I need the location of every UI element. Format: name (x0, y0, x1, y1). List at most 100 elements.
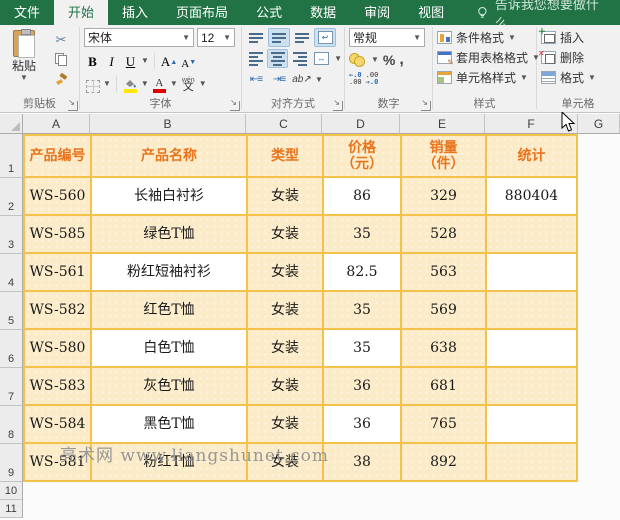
font-name-combobox[interactable]: 宋体 ▼ (84, 28, 194, 47)
table-cell[interactable]: 女装 (248, 254, 322, 290)
table-cell[interactable]: 563 (402, 254, 485, 290)
row-header-3[interactable]: 3 (0, 216, 23, 254)
table-header-cell[interactable]: 产品名称 (92, 136, 246, 176)
format-painter-button[interactable] (48, 71, 74, 88)
chevron-down-icon[interactable]: ▼ (141, 57, 149, 65)
cell-styles-button[interactable]: 单元格样式 ▼ (437, 68, 534, 87)
table-cell[interactable]: 681 (402, 368, 485, 404)
font-size-combobox[interactable]: 12 ▼ (197, 28, 235, 47)
chevron-down-icon[interactable]: ▼ (315, 76, 323, 84)
column-header-B[interactable]: B (90, 114, 246, 134)
row-header-1[interactable]: 1 (0, 134, 23, 178)
row-header-7[interactable]: 7 (0, 368, 23, 406)
table-cell[interactable] (487, 444, 576, 480)
chevron-down-icon[interactable]: ▼ (334, 55, 342, 63)
row-header-9[interactable]: 9 (0, 444, 23, 482)
table-cell[interactable] (487, 292, 576, 328)
table-cell[interactable]: WS-582 (25, 292, 90, 328)
ribbon-tab-3[interactable]: 页面布局 (162, 0, 242, 25)
table-cell[interactable]: 粉红短袖衬衫 (92, 254, 246, 290)
percent-style-button[interactable]: % (383, 52, 395, 68)
align-middle-button[interactable] (269, 29, 289, 46)
paste-button[interactable]: 粘贴 ▼ (4, 28, 44, 97)
row-header-5[interactable]: 5 (0, 292, 23, 330)
table-cell[interactable]: 82.5 (324, 254, 400, 290)
format-as-table-button[interactable]: 套用表格格式 ▼ (437, 48, 534, 67)
table-cell[interactable]: 35 (324, 292, 400, 328)
table-cell[interactable] (487, 254, 576, 290)
italic-button[interactable]: I (103, 52, 120, 70)
chevron-down-icon[interactable]: ▼ (371, 56, 379, 64)
align-center-button[interactable] (268, 50, 287, 67)
table-cell[interactable]: 38 (324, 444, 400, 480)
increase-decimal-button[interactable]: ←.0.00 (349, 72, 362, 86)
insert-cells-button[interactable]: 插入 (541, 28, 617, 47)
chevron-down-icon[interactable]: ▼ (170, 80, 178, 88)
font-color-button[interactable]: A (151, 75, 168, 93)
decrease-font-size-button[interactable]: A▼ (180, 52, 197, 70)
table-cell[interactable]: 638 (402, 330, 485, 366)
table-cell[interactable]: 白色T恤 (92, 330, 246, 366)
table-cell[interactable] (487, 216, 576, 252)
table-cell[interactable]: 女装 (248, 178, 322, 214)
font-dialog-launcher[interactable] (230, 101, 240, 111)
table-cell[interactable]: 528 (402, 216, 485, 252)
table-cell[interactable]: WS-580 (25, 330, 90, 366)
table-cell[interactable]: 892 (402, 444, 485, 480)
table-header-cell[interactable]: 价格 （元） (324, 136, 400, 176)
table-cell[interactable]: 黑色T恤 (92, 406, 246, 442)
wrap-text-button[interactable]: ↩ (315, 29, 335, 46)
increase-indent-button[interactable]: ⇥≡ (269, 71, 289, 88)
row-header-4[interactable]: 4 (0, 254, 23, 292)
table-cell[interactable]: 灰色T恤 (92, 368, 246, 404)
table-cell[interactable]: 329 (402, 178, 485, 214)
table-cell[interactable]: 765 (402, 406, 485, 442)
table-cell[interactable]: 长袖白衬衫 (92, 178, 246, 214)
table-cell[interactable]: 880404 (487, 178, 576, 214)
underline-button[interactable]: U (122, 52, 139, 70)
table-cell[interactable]: 女装 (248, 368, 322, 404)
column-header-C[interactable]: C (246, 114, 322, 134)
table-cell[interactable]: 86 (324, 178, 400, 214)
format-cells-button[interactable]: 格式 ▼ (541, 68, 617, 87)
alignment-dialog-launcher[interactable] (333, 101, 343, 111)
ribbon-tab-2[interactable]: 插入 (108, 0, 162, 25)
table-cell[interactable]: 36 (324, 368, 400, 404)
row-header-11[interactable]: 11 (0, 500, 23, 518)
align-top-button[interactable] (246, 29, 266, 46)
chevron-down-icon[interactable]: ▼ (199, 80, 207, 88)
align-right-button[interactable] (290, 50, 309, 67)
fill-color-button[interactable] (122, 75, 139, 93)
ribbon-tab-7[interactable]: 视图 (404, 0, 458, 25)
table-header-cell[interactable]: 销量 （件） (402, 136, 485, 176)
orientation-button[interactable]: ab↗ (292, 71, 312, 88)
table-cell[interactable]: 35 (324, 330, 400, 366)
align-left-button[interactable] (246, 50, 265, 67)
table-cell[interactable]: WS-561 (25, 254, 90, 290)
table-cell[interactable]: 女装 (248, 330, 322, 366)
column-header-G[interactable]: G (578, 114, 620, 134)
table-cell[interactable] (487, 368, 576, 404)
table-cell[interactable]: WS-584 (25, 406, 90, 442)
table-header-cell[interactable]: 产品编号 (25, 136, 90, 176)
table-cell[interactable] (487, 406, 576, 442)
decrease-decimal-button[interactable]: .00→.0 (366, 72, 379, 86)
select-all-corner[interactable] (0, 114, 23, 134)
decrease-indent-button[interactable]: ⇤≡ (246, 71, 266, 88)
comma-style-button[interactable]: , (399, 55, 403, 65)
row-header-10[interactable]: 10 (0, 482, 23, 500)
table-cell[interactable]: 女装 (248, 292, 322, 328)
ribbon-tab-5[interactable]: 数据 (296, 0, 350, 25)
table-cell[interactable]: WS-583 (25, 368, 90, 404)
chevron-down-icon[interactable]: ▼ (141, 80, 149, 88)
column-header-E[interactable]: E (400, 114, 485, 134)
table-cell[interactable]: 红色T恤 (92, 292, 246, 328)
table-cell[interactable]: 569 (402, 292, 485, 328)
table-cell[interactable]: WS-585 (25, 216, 90, 252)
conditional-formatting-button[interactable]: 条件格式 ▼ (437, 28, 534, 47)
cut-button[interactable]: ✂ (48, 31, 74, 48)
increase-font-size-button[interactable]: A▲ (160, 52, 178, 70)
accounting-format-button[interactable] (349, 53, 367, 67)
table-header-cell[interactable]: 统计 (487, 136, 576, 176)
table-cell[interactable]: 36 (324, 406, 400, 442)
